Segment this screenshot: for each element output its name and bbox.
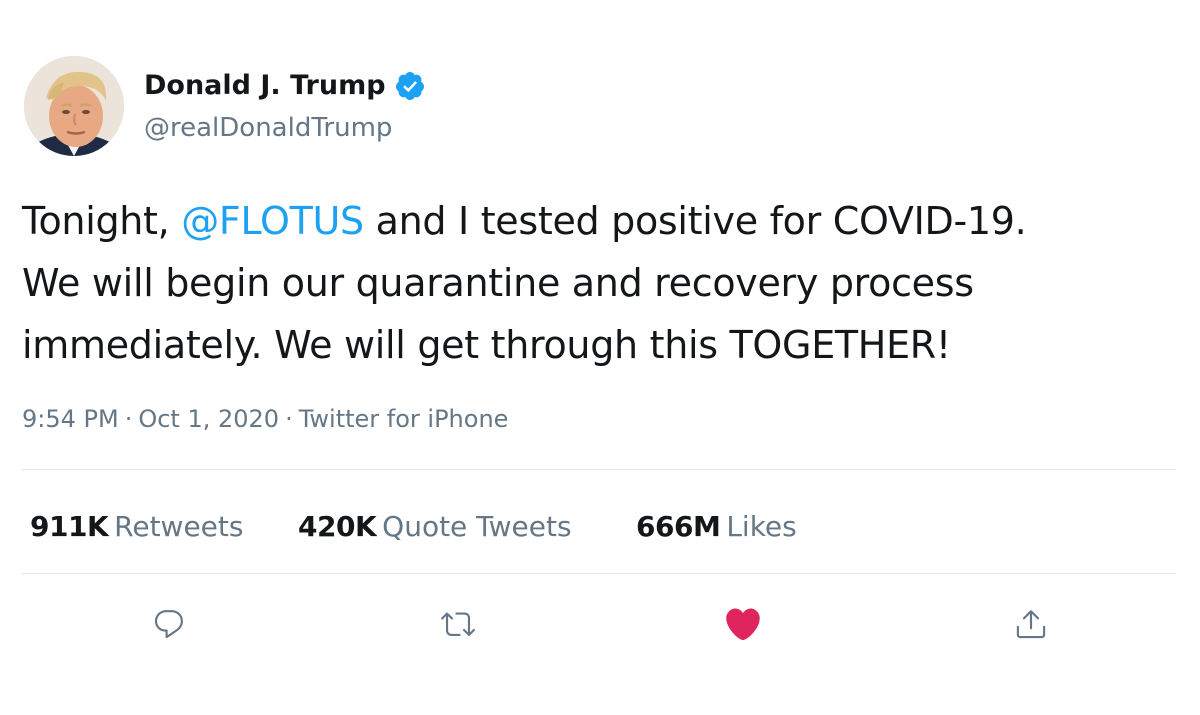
tweet-card: Donald J. Trump @realDonaldTrump Tonight… bbox=[0, 0, 1200, 715]
tweet-source[interactable]: Twitter for iPhone bbox=[299, 405, 509, 433]
user-handle[interactable]: @realDonaldTrump bbox=[144, 111, 392, 145]
avatar[interactable] bbox=[24, 56, 124, 156]
tweet-line: immediately. We will get through this TO… bbox=[22, 323, 951, 367]
profile-photo-icon bbox=[24, 56, 124, 156]
retweet-icon bbox=[441, 612, 475, 636]
share-button[interactable] bbox=[1009, 602, 1053, 646]
verified-badge-icon bbox=[394, 70, 426, 102]
retweets-count: 911K bbox=[30, 510, 109, 543]
share-icon bbox=[1016, 610, 1046, 639]
quote-tweets-stat[interactable]: 420K Quote Tweets bbox=[298, 507, 572, 547]
tweet-line: Tonight, @FLOTUS and I tested positive f… bbox=[22, 190, 1182, 252]
meta-separator: · bbox=[124, 405, 133, 433]
tweet-text-segment: and I tested positive for COVID-19. bbox=[363, 199, 1027, 243]
tweet-text-segment: Tonight, bbox=[22, 199, 182, 243]
meta-separator: · bbox=[285, 405, 293, 433]
like-button[interactable] bbox=[721, 602, 765, 646]
likes-count: 666M bbox=[636, 510, 721, 543]
reply-button[interactable] bbox=[147, 602, 191, 646]
mention-link[interactable]: @FLOTUS bbox=[181, 199, 364, 243]
tweet-line: We will begin our quarantine and recover… bbox=[22, 261, 974, 305]
tweet-date[interactable]: Oct 1, 2020 bbox=[138, 405, 279, 433]
likes-label: Likes bbox=[726, 510, 797, 543]
quote-tweets-label: Quote Tweets bbox=[382, 510, 572, 543]
retweets-stat[interactable]: 911K Retweets bbox=[30, 507, 243, 547]
tweet-time[interactable]: 9:54 PM bbox=[22, 405, 119, 433]
display-name-text: Donald J. Trump bbox=[144, 70, 386, 101]
divider bbox=[22, 469, 1176, 470]
likes-stat[interactable]: 666M Likes bbox=[636, 507, 797, 547]
divider bbox=[22, 573, 1176, 574]
retweet-button[interactable] bbox=[436, 602, 480, 646]
heart-icon bbox=[726, 608, 760, 641]
retweets-label: Retweets bbox=[114, 510, 244, 543]
tweet-text: Tonight, @FLOTUS and I tested positive f… bbox=[22, 190, 1182, 376]
speech-bubble-icon bbox=[154, 610, 183, 639]
tweet-meta: 9:54 PM · Oct 1, 2020 · Twitter for iPhone bbox=[22, 402, 508, 436]
display-name[interactable]: Donald J. Trump bbox=[144, 68, 426, 104]
quote-tweets-count: 420K bbox=[298, 510, 377, 543]
